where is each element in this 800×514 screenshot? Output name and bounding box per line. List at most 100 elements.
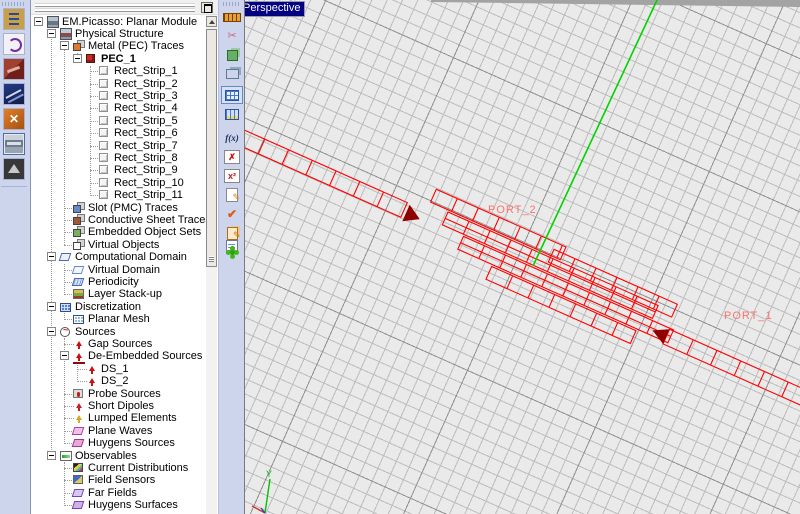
tree-item-huygens-sources[interactable]: Huygens Sources [31,437,206,450]
expand-minus-box[interactable] [60,41,69,50]
tree-item-sources[interactable]: Sources [31,326,206,339]
tree-item-huygens-surfaces[interactable]: Huygens Surfaces [31,499,206,512]
run-simulation-icon[interactable] [221,243,243,261]
expand-minus-box[interactable] [60,351,69,360]
module-icon-cube[interactable] [3,33,25,55]
tree-item-metal-pec-traces[interactable]: Metal (PEC) Traces [31,40,206,53]
tree-item-physical-structure[interactable]: Physical Structure [31,28,206,41]
variables-fx-icon[interactable]: f(x) [221,129,243,147]
tree-item-rect-strip-3[interactable]: Rect_Strip_3 [31,90,206,103]
tree-item-virtual-objects[interactable]: Virtual Objects [31,239,206,252]
tree-item-icon [73,226,85,238]
tree-scrollbar[interactable] [206,15,217,514]
tree-item-gap-sources[interactable]: Gap Sources [31,338,206,351]
tree-item-de-embedded-sources[interactable]: De-Embedded Sources [31,350,206,363]
show-mesh-icon[interactable] [221,86,243,104]
tree-item-lumped-elements[interactable]: Lumped Elements [31,412,206,425]
tree-item-icon [73,214,85,226]
tree-item-rect-strip-11[interactable]: Rect_Strip_11 [31,189,206,202]
tree-item-label: De-Embedded Sources [88,350,202,363]
tree-item-periodicity[interactable]: Periodicity [31,276,206,289]
tree-item-icon [99,165,108,174]
tree-item-probe-sources[interactable]: Probe Sources [31,388,206,401]
corner-axis-triad: Y [252,469,272,513]
module-icon-ferma[interactable] [3,58,25,80]
tree-item-ds-1[interactable]: DS_1 [31,363,206,376]
tree-item-pec-1[interactable]: PEC_1 [31,53,206,66]
tree-item-rect-strip-9[interactable]: Rect_Strip_9 [31,164,206,177]
tree-item-rect-strip-6[interactable]: Rect_Strip_6 [31,127,206,140]
edit-page-icon[interactable] [221,186,243,204]
tree-item-icon [60,451,72,461]
tree-item-computational-domain[interactable]: Computational Domain [31,251,206,264]
tree-item-slot-pmc-traces[interactable]: Slot (PMC) Traces [31,202,206,215]
mesh-settings-icon[interactable] [221,105,243,123]
expand-minus-box[interactable] [73,54,82,63]
scrollbar-up-arrow[interactable] [206,16,217,27]
tree-item-ds-2[interactable]: DS_2 [31,375,206,388]
tree-item-discretization[interactable]: Discretization [31,301,206,314]
tree-item-rect-strip-4[interactable]: Rect_Strip_4 [31,102,206,115]
module-toolbar [0,0,28,514]
module-icon-picasso[interactable] [3,133,25,155]
mesh-settings-icon [225,109,239,120]
tree-item-icon [73,338,85,350]
tree-item-short-dipoles[interactable]: Short Dipoles [31,400,206,413]
expand-minus-box[interactable] [34,17,43,26]
tree-item-observables[interactable]: Observables [31,450,206,463]
tree-item-icon [72,501,85,509]
run-simulation-icon [230,250,235,255]
tree-item-label: Huygens Sources [88,437,175,450]
viewport-title[interactable]: Perspective [244,1,305,17]
expand-minus-box[interactable] [47,302,56,311]
tree-item-embedded-object-sets[interactable]: Embedded Object Sets [31,226,206,239]
module-icon-terrano[interactable] [3,83,25,105]
polygon-cut-icon[interactable]: ✂ [221,27,243,45]
module-icon-cad[interactable] [3,158,25,180]
tree-item-label: DS_2 [101,375,129,388]
module-icon-tempo[interactable] [3,8,25,30]
tree-item-rect-strip-5[interactable]: Rect_Strip_5 [31,115,206,128]
object-copy-icon[interactable] [221,46,243,64]
delete-cell-icon[interactable]: ✗ [221,148,243,166]
panel-grip[interactable] [35,8,195,12]
tree-item-rect-strip-7[interactable]: Rect_Strip_7 [31,140,206,153]
tree-item-field-sensors[interactable]: Field Sensors [31,474,206,487]
tree-item-label: Rect_Strip_4 [114,102,178,115]
tree-item-label: Rect_Strip_10 [114,177,184,190]
superscript-cell-icon[interactable]: x² [221,167,243,185]
tree-item-rect-strip-2[interactable]: Rect_Strip_2 [31,78,206,91]
domain-box-icon[interactable] [221,65,243,83]
tree-item-current-distributions[interactable]: Current Distributions [31,462,206,475]
tree-item-virtual-domain[interactable]: Virtual Domain [31,264,206,277]
expand-minus-box[interactable] [47,29,56,38]
tree-item-conductive-sheet-traces[interactable]: Conductive Sheet Traces [31,214,206,227]
tree-item-em-picasso-planar-module[interactable]: EM.Picasso: Planar Module [31,16,206,29]
tree-item-rect-strip-8[interactable]: Rect_Strip_8 [31,152,206,165]
expand-minus-box[interactable] [47,252,56,261]
tree-item-label: Discretization [75,301,141,314]
tree-item-label: EM.Picasso: Planar Module [62,16,197,29]
tree-item-icon [99,153,108,162]
toolbar-grip[interactable] [223,2,241,6]
scrollbar-thumb[interactable] [206,29,217,267]
expand-minus-box[interactable] [47,451,56,460]
tree-item-planar-mesh[interactable]: Planar Mesh [31,313,206,326]
tree-item-rect-strip-1[interactable]: Rect_Strip_1 [31,65,206,78]
tree-item-far-fields[interactable]: Far Fields [31,487,206,500]
project-tree: EM.Picasso: Planar ModulePhysical Struct… [31,14,206,514]
tree-item-label: Lumped Elements [88,412,177,425]
viewport-3d[interactable]: Y Perspective PORT_2 PORT_1 [244,0,800,514]
panel-restore-button[interactable] [201,2,213,13]
tree-item-plane-waves[interactable]: Plane Waves [31,425,206,438]
tree-item-label: Rect_Strip_7 [114,140,178,153]
tree-item-rect-strip-10[interactable]: Rect_Strip_10 [31,177,206,190]
toolbar-grip[interactable] [2,2,25,6]
validate-check-icon[interactable]: ✔ [221,205,243,223]
tree-item-label: Plane Waves [88,425,152,438]
units-ruler-icon[interactable] [221,8,243,26]
panel-grip[interactable] [35,3,195,7]
expand-minus-box[interactable] [47,327,56,336]
tree-item-layer-stack-up[interactable]: Layer Stack-up [31,288,206,301]
module-icon-libera[interactable] [3,108,25,130]
